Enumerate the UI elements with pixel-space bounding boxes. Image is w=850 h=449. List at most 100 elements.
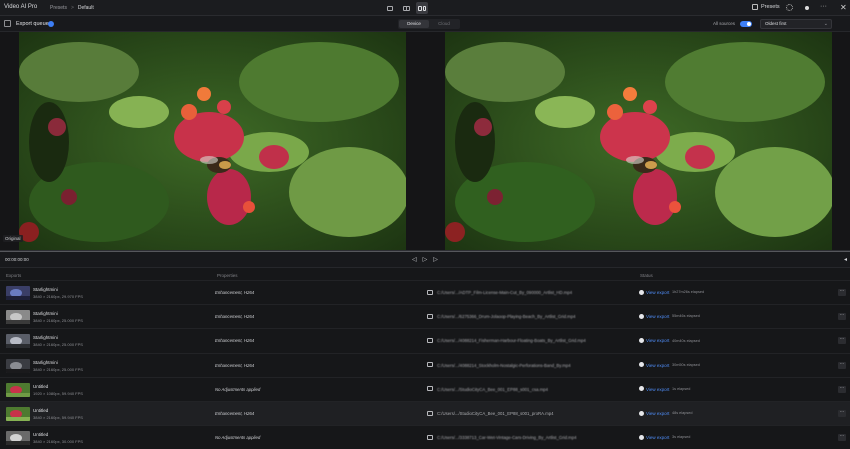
checkmark-icon: [639, 337, 644, 343]
play-icon[interactable]: ▷: [423, 256, 428, 263]
folder-icon[interactable]: [427, 362, 433, 368]
checkmark-icon: [639, 386, 644, 392]
previous-frame-icon[interactable]: ◁: [412, 256, 417, 263]
export-spec: 3840 × 2160px, 59.940 FPS: [33, 415, 83, 420]
side-by-side-icon: [418, 5, 426, 11]
export-thumbnail: [6, 286, 30, 300]
row-more-icon[interactable]: ···: [838, 337, 846, 345]
elapsed-time: 30m50s elapsed: [672, 362, 700, 367]
row-more-icon[interactable]: ···: [838, 385, 846, 393]
elapsed-time: 1s elapsed: [672, 387, 691, 392]
column-header-status: Status: [640, 273, 653, 278]
split-view-icon: [402, 5, 410, 11]
breadcrumb-parent[interactable]: Presets: [50, 5, 67, 11]
enhanced-preview[interactable]: [445, 32, 832, 250]
single-view-icon: [387, 5, 393, 11]
view-export-link[interactable]: View export: [646, 338, 669, 343]
bee-on-flower-image: [19, 32, 406, 250]
side-by-side-view-button[interactable]: [416, 2, 428, 14]
export-thumbnail: [6, 310, 30, 325]
timeline-scrubber[interactable]: [0, 251, 850, 252]
checkmark-icon: [639, 313, 644, 319]
exports-table: Exports Properties Status Starlightmini 3…: [0, 268, 850, 449]
view-export-link[interactable]: View export: [646, 290, 669, 295]
breadcrumb: Presets > Default: [50, 5, 94, 11]
playback-controls: ◁ ▷ ▷: [412, 256, 438, 263]
view-export-link[interactable]: View export: [646, 435, 669, 440]
elapsed-time: 48s elapsed: [672, 411, 693, 416]
view-export-link[interactable]: View export: [646, 314, 669, 319]
checkmark-icon: [639, 434, 644, 440]
all-sources-label: All sources: [713, 21, 736, 26]
folder-icon[interactable]: [427, 410, 433, 416]
export-properties: Enhancement, H264: [215, 338, 255, 344]
breadcrumb-separator: >: [70, 4, 74, 11]
export-path: C:/Users/.../ADTP_Film-License-Main-Cut_…: [437, 290, 573, 295]
elapsed-time: 40m40s elapsed: [672, 338, 700, 343]
export-path: C:/Users/.../4088214_Fisherman-Harbour-F…: [437, 338, 586, 344]
table-row[interactable]: Starlightmini 3840 × 2160px, 25.000 FPS En…: [0, 352, 850, 377]
more-icon[interactable]: ···: [820, 3, 827, 11]
row-more-icon[interactable]: ···: [838, 434, 846, 442]
all-sources-toggle[interactable]: [740, 20, 752, 27]
queue-icon[interactable]: [4, 20, 11, 27]
chevron-down-icon: ⌄: [823, 21, 828, 27]
row-more-icon[interactable]: ···: [838, 289, 846, 296]
folder-icon[interactable]: [427, 313, 433, 319]
export-thumbnail: [6, 382, 30, 397]
folder-icon[interactable]: [427, 289, 433, 295]
export-spec: 3840 × 2160px, 29.970 FPS: [33, 294, 83, 299]
single-view-button[interactable]: [384, 2, 396, 14]
timecode: 00:00:00:00: [5, 257, 29, 262]
elapsed-time: 3s elapsed: [672, 435, 691, 440]
view-export-link[interactable]: View export: [646, 387, 669, 392]
table-row[interactable]: Starlightmini 3840 × 2160px, 29.970 FPS En…: [0, 280, 850, 304]
view-export-link[interactable]: View export: [646, 411, 669, 416]
view-export-link[interactable]: View export: [646, 363, 669, 368]
table-row[interactable]: Starlightmini 3840 × 2160px, 25.000 FPS En…: [0, 328, 850, 352]
presets-button[interactable]: Presets: [752, 4, 780, 10]
table-row[interactable]: Starlightmini 3840 × 2160px, 25.000 FPS En…: [0, 304, 850, 328]
sort-value: Oldest first: [765, 21, 787, 26]
queue-info-badge[interactable]: [48, 20, 54, 27]
cloud-tab[interactable]: Cloud: [429, 20, 459, 28]
original-preview[interactable]: [19, 32, 406, 250]
presets-icon: [752, 4, 758, 10]
timeline: 00:00:00:00 ◁ ▷ ▷ ◂: [0, 250, 850, 268]
next-frame-icon[interactable]: ▷: [433, 256, 438, 263]
export-spec: 3840 × 2160px, 30.000 FPS: [33, 439, 83, 445]
split-view-button[interactable]: [400, 2, 412, 14]
export-properties: Enhancement, H264: [215, 362, 255, 368]
row-more-icon[interactable]: ···: [838, 410, 846, 417]
table-row[interactable]: Untitled 1920 × 1080px, 59.940 FPS No Adju…: [0, 376, 850, 401]
export-path: C:/Users/.../6275366_Drum-Jolaoop-Playin…: [437, 314, 576, 320]
export-spec: 3840 × 2160px, 25.000 FPS: [33, 366, 83, 372]
row-more-icon[interactable]: ···: [838, 361, 846, 369]
export-name: Untitled: [33, 383, 49, 389]
export-name: Starlightmini: [33, 335, 58, 341]
device-tab[interactable]: Device: [399, 20, 429, 28]
elapsed-time: 1h27m26s elapsed: [672, 290, 705, 295]
column-header-properties: Properties: [217, 273, 238, 278]
export-queue-toolbar: Export queue Device Cloud All sources Ol…: [0, 16, 850, 32]
account-icon[interactable]: [803, 4, 810, 11]
folder-icon[interactable]: [427, 434, 433, 440]
export-properties: Enhancement, H264: [215, 314, 255, 320]
folder-icon[interactable]: [427, 337, 433, 343]
elapsed-time: 55m46s elapsed: [672, 314, 700, 319]
folder-icon[interactable]: [427, 386, 433, 392]
export-properties: No Adjustments applied: [215, 435, 261, 441]
row-more-icon[interactable]: ···: [838, 313, 846, 321]
export-spec: 3840 × 2160px, 25.000 FPS: [33, 318, 83, 324]
sort-dropdown[interactable]: Oldest first ⌄: [760, 19, 832, 29]
column-header-exports: Exports: [6, 273, 22, 278]
gear-icon[interactable]: [786, 4, 793, 11]
close-icon[interactable]: ✕: [840, 4, 847, 12]
checkmark-icon: [639, 410, 644, 416]
table-row[interactable]: Untitled 3840 × 2160px, 30.000 FPS No Adju…: [0, 425, 850, 449]
collapse-icon[interactable]: ◂: [844, 256, 847, 263]
export-thumbnail: [6, 407, 30, 421]
preview-area: Original: [0, 32, 850, 250]
table-row[interactable]: Untitled 3840 × 2160px, 59.940 FPS Enhance…: [0, 401, 850, 425]
title-bar: Video AI Pro Presets > Default Presets ···…: [0, 0, 850, 16]
